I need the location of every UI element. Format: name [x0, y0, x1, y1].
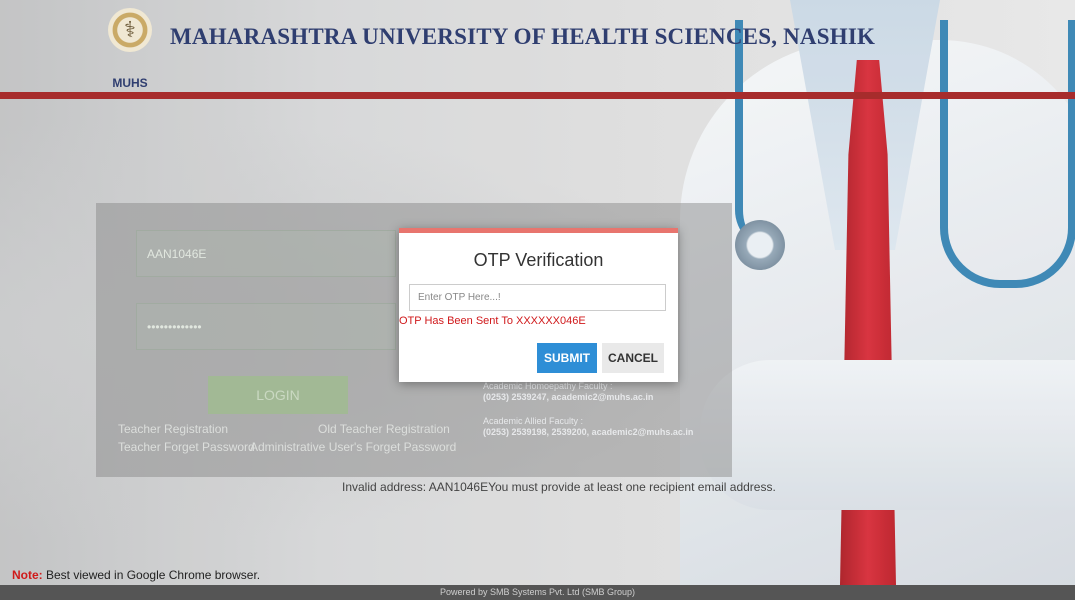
- submit-button[interactable]: SUBMIT: [537, 343, 597, 373]
- otp-verification-dialog: OTP Verification OTP Has Been Sent To XX…: [399, 228, 678, 382]
- browser-note: Note: Best viewed in Google Chrome brows…: [12, 568, 260, 582]
- footer: Powered by SMB Systems Pvt. Ltd (SMB Gro…: [0, 585, 1075, 600]
- dialog-title: OTP Verification: [473, 250, 604, 270]
- note-text: Best viewed in Google Chrome browser.: [42, 568, 261, 582]
- cancel-button[interactable]: CANCEL: [602, 343, 664, 373]
- note-prefix: Note:: [12, 568, 43, 582]
- otp-input[interactable]: [409, 284, 666, 311]
- otp-sent-message: OTP Has Been Sent To XXXXXX046E: [399, 315, 586, 327]
